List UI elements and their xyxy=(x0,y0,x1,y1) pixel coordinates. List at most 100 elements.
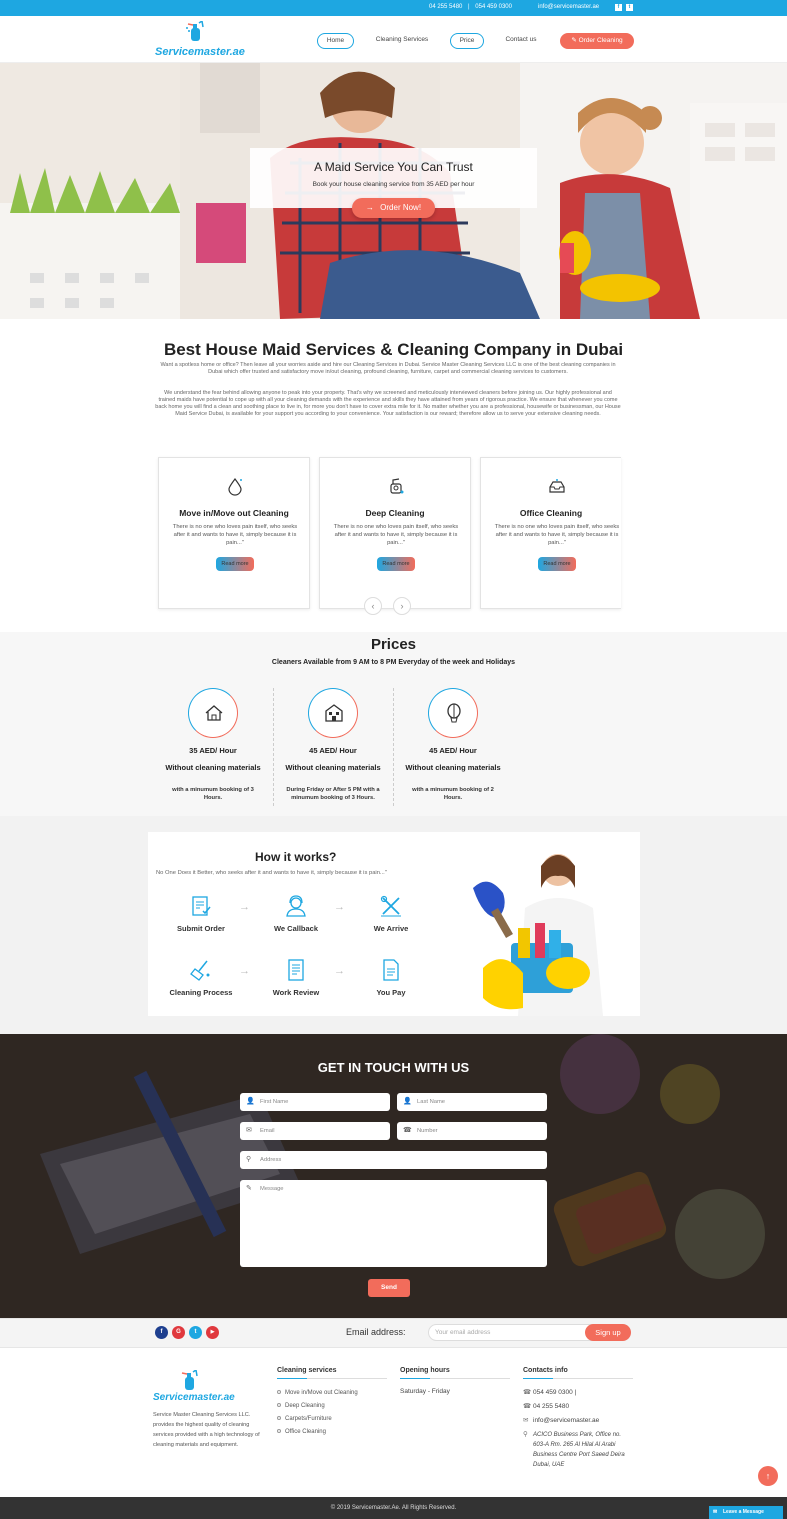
topbar-email[interactable]: info@servicemaster.ae xyxy=(538,4,599,10)
google-plus-icon[interactable]: G xyxy=(172,1326,185,1339)
step-submit-order: Submit Order xyxy=(161,894,241,933)
arrow-right-icon: → xyxy=(365,203,374,212)
send-button[interactable]: Send xyxy=(368,1279,410,1297)
services-intro-2: We understand the fear behind allowing a… xyxy=(155,390,621,417)
leave-message-button[interactable]: ✉ Leave a Message xyxy=(709,1506,783,1519)
price-materials: Without cleaning materials xyxy=(285,763,381,772)
nav-cleaning-services[interactable]: Cleaning Services xyxy=(370,33,434,49)
carousel-prev-button[interactable]: ‹ xyxy=(364,597,382,615)
facebook-icon[interactable]: f xyxy=(155,1326,168,1339)
footer-service-link[interactable]: Carpets/Furniture xyxy=(277,1413,358,1426)
step-arrow-icon: → xyxy=(239,965,250,977)
price-amount: 45 AED/ Hour xyxy=(429,746,477,755)
building-icon xyxy=(325,704,343,722)
scroll-to-top-button[interactable]: ↑ xyxy=(758,1466,778,1486)
phone-icon: ☎ xyxy=(523,1403,532,1410)
service-card-title: Move in/Move out Cleaning xyxy=(179,508,289,518)
twitter-icon[interactable]: t xyxy=(189,1326,202,1339)
last-name-field[interactable]: 👤 Last Name xyxy=(397,1093,547,1111)
services-intro-1: Want a spotless home or office? Then lea… xyxy=(160,362,616,375)
order-now-button[interactable]: → Order Now! xyxy=(352,198,435,218)
twitter-icon[interactable]: t xyxy=(626,4,633,11)
site-header: Servicemaster.ae Home Cleaning Services … xyxy=(0,16,787,63)
hero-banner: A Maid Service You Can Trust Book your h… xyxy=(0,63,787,319)
read-more-button[interactable]: Read more xyxy=(538,557,576,571)
drop-icon xyxy=(228,477,242,496)
footer-contacts: ☎ 054 459 0300 | ☎ 04 255 5480 ✉ info@servi… xyxy=(523,1386,633,1470)
read-more-button[interactable]: Read more xyxy=(216,557,254,571)
footer-logo-text: Servicemaster.ae xyxy=(153,1392,235,1403)
bullet-icon xyxy=(277,1390,281,1395)
office-tray-icon xyxy=(549,479,565,493)
nav-order-cleaning-button[interactable]: ✎ Order Cleaning xyxy=(560,33,634,49)
hero-subtitle: Book your house cleaning service from 35… xyxy=(312,181,475,188)
price-amount: 45 AED/ Hour xyxy=(309,746,357,755)
price-materials: Without cleaning materials xyxy=(165,763,261,772)
location-pin-icon: ⚲ xyxy=(523,1431,528,1438)
nav-price[interactable]: Price xyxy=(450,33,484,49)
service-card-title: Office Cleaning xyxy=(519,508,583,518)
topbar-phone-2[interactable]: 054 459 0300 xyxy=(475,4,512,10)
contact-background-photo xyxy=(0,1034,787,1318)
carousel-next-button[interactable]: › xyxy=(393,597,411,615)
prices-subtitle: Cleaners Available from 9 AM to 8 PM Eve… xyxy=(271,659,516,666)
copyright-bar: © 2019 Servicemaster.Ae. All Rights Rese… xyxy=(0,1497,787,1519)
footer-service-link[interactable]: Move in/Move out Cleaning xyxy=(277,1387,358,1400)
sign-up-button[interactable]: Sign up xyxy=(585,1324,631,1341)
youtube-icon[interactable]: ▶ xyxy=(206,1326,219,1339)
logo[interactable]: Servicemaster.ae xyxy=(155,21,245,59)
footer-logo[interactable]: Servicemaster.ae xyxy=(153,1370,243,1406)
step-we-arrive: We Arrive xyxy=(351,894,431,933)
logo-spray-icon xyxy=(186,21,204,41)
footer-hours-heading: Opening hours xyxy=(400,1367,510,1379)
topbar-phones: 04 255 5480 | 054 459 0300 xyxy=(429,4,512,10)
footer-service-link[interactable]: Office Cleaning xyxy=(277,1426,358,1439)
step-we-callback: We Callback xyxy=(256,894,336,933)
contact-title: GET IN TOUCH WITH US xyxy=(317,1060,470,1075)
footer-service-link[interactable]: Deep Cleaning xyxy=(277,1400,358,1413)
prices-title: Prices xyxy=(370,636,417,653)
bullet-icon xyxy=(277,1403,281,1408)
number-field[interactable]: ☎ Number xyxy=(397,1122,547,1140)
support-agent-icon xyxy=(286,895,306,917)
phone-icon: ☎ xyxy=(403,1127,412,1134)
topbar-phone-1[interactable]: 04 255 5480 xyxy=(429,4,462,10)
message-textarea[interactable]: ✎ Message xyxy=(240,1180,547,1267)
footer-phone-2[interactable]: ☎ 04 255 5480 xyxy=(523,1400,633,1414)
vacuum-icon xyxy=(390,478,404,494)
footer-phone-1[interactable]: ☎ 054 459 0300 | xyxy=(523,1386,633,1400)
service-card-move: Move in/Move out Cleaning There is no on… xyxy=(158,457,310,609)
email-field[interactable]: ✉ Email xyxy=(240,1122,390,1140)
service-card-title: Deep Cleaning xyxy=(365,508,425,518)
price-note: During Friday or After 5 PM with a minum… xyxy=(286,787,380,801)
edit-icon: ✎ xyxy=(246,1185,252,1192)
service-card-text: There is no one who loves pain itself, w… xyxy=(494,524,620,546)
nav-contact[interactable]: Contact us xyxy=(500,33,542,49)
first-name-field[interactable]: 👤 First Name xyxy=(240,1093,390,1111)
nav-home[interactable]: Home xyxy=(317,33,354,49)
step-arrow-icon: → xyxy=(334,901,345,913)
facebook-icon[interactable]: f xyxy=(615,4,622,11)
user-icon: 👤 xyxy=(246,1098,255,1105)
service-card-text: There is no one who loves pain itself, w… xyxy=(172,524,298,546)
house-icon xyxy=(205,705,223,721)
step-arrow-icon: → xyxy=(334,965,345,977)
price-icon-circle xyxy=(308,688,358,738)
bullet-icon xyxy=(277,1429,281,1434)
read-more-button[interactable]: Read more xyxy=(377,557,415,571)
price-note: with a minumum booking of 2 Hours. xyxy=(412,787,494,801)
price-materials: Without cleaning materials xyxy=(405,763,501,772)
order-icon: ✎ xyxy=(571,37,579,44)
user-icon: 👤 xyxy=(403,1098,412,1105)
tools-icon xyxy=(380,895,401,917)
how-lead: No One Does it Better, who seeks after i… xyxy=(156,870,387,876)
footer-email[interactable]: ✉ info@servicemaster.ae xyxy=(523,1414,633,1428)
clipboard-check-icon xyxy=(192,896,211,916)
footer-description: Service Master Cleaning Services LLC. pr… xyxy=(153,1412,260,1448)
step-you-pay: You Pay xyxy=(351,958,431,997)
address-field[interactable]: ⚲ Address xyxy=(240,1151,547,1169)
balloon-icon xyxy=(447,703,461,723)
price-amount: 35 AED/ Hour xyxy=(189,746,237,755)
step-work-review: Work Review xyxy=(256,958,336,997)
copyright-text: © 2019 Servicemaster.Ae. All Rights Rese… xyxy=(330,1505,457,1511)
